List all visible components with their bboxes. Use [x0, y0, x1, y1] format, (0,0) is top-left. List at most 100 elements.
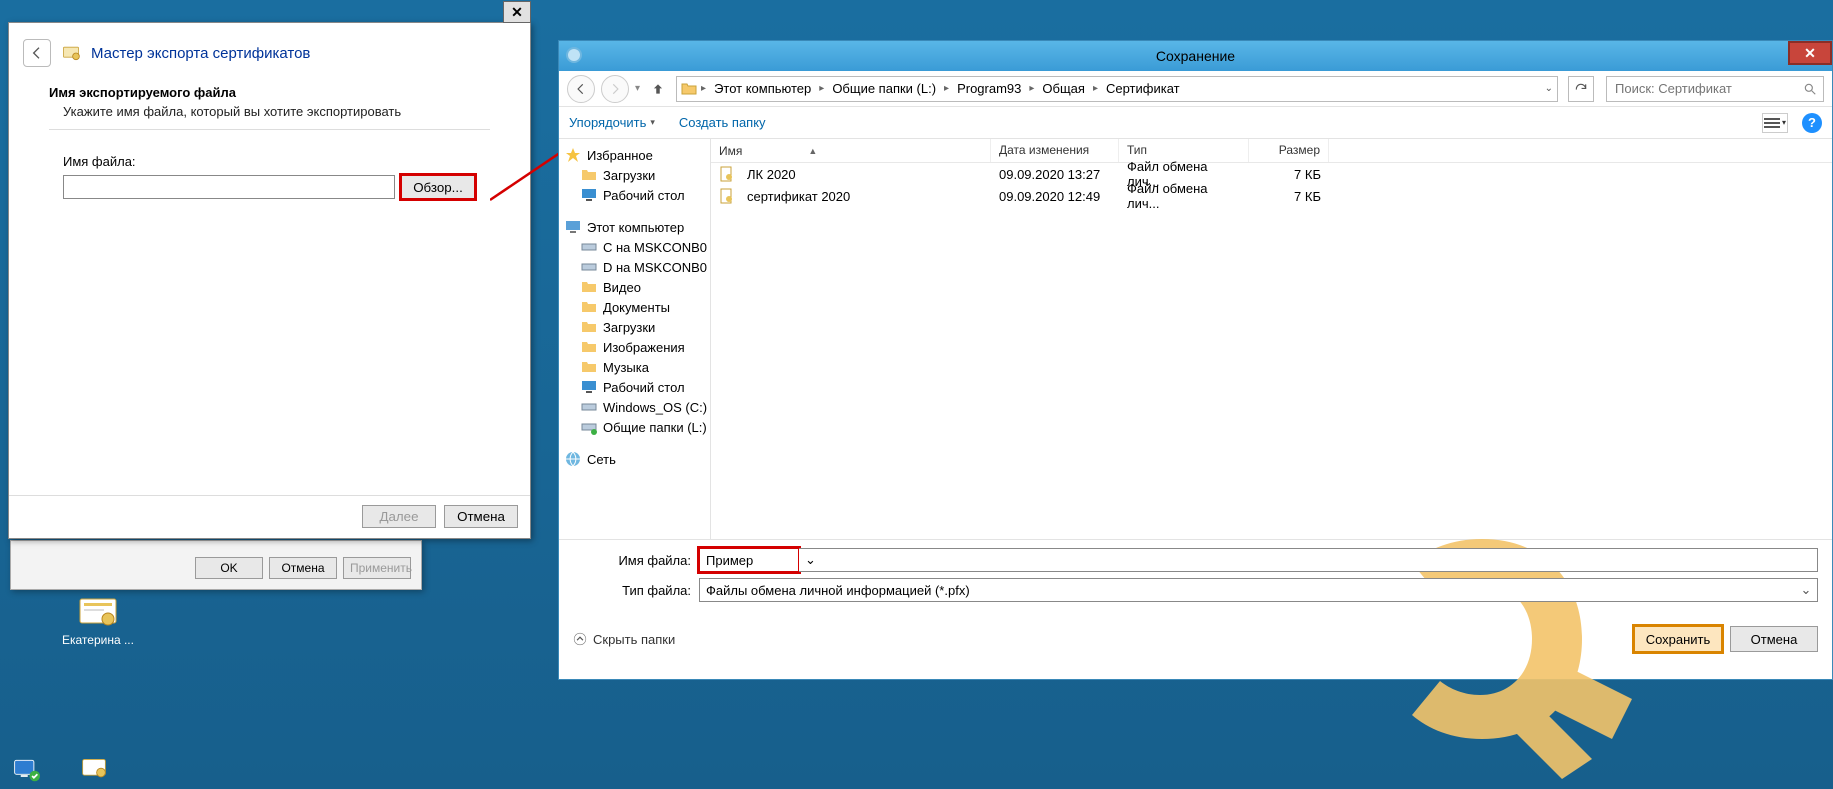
- folder-icon: [581, 359, 597, 375]
- dialog-title: Сохранение: [1156, 48, 1235, 64]
- netdrive-icon: [581, 419, 597, 435]
- search-box[interactable]: [1606, 76, 1824, 102]
- folder-icon: [581, 299, 597, 315]
- file-row[interactable]: сертификат 2020 09.09.2020 12:49 Файл об…: [711, 185, 1832, 207]
- folder-icon: [581, 319, 597, 335]
- network-icon: [565, 451, 581, 467]
- hide-folders-toggle[interactable]: Скрыть папки: [573, 632, 675, 647]
- cert-file-icon: [719, 188, 735, 204]
- chevron-down-icon[interactable]: ⌄: [1545, 83, 1553, 94]
- column-headers[interactable]: Имя▲ Дата изменения Тип Размер: [711, 139, 1832, 163]
- file-row[interactable]: ЛК 2020 09.09.2020 13:27 Файл обмена лич…: [711, 163, 1832, 185]
- tree-item[interactable]: C на MSKCONB0...: [561, 237, 708, 257]
- cert-file-icon: [719, 166, 735, 182]
- tree-item[interactable]: Загрузки: [561, 165, 708, 185]
- properties-dialog-fragment: OK Отмена Применить: [10, 540, 422, 590]
- drive-icon: [581, 239, 597, 255]
- cancel-button[interactable]: Отмена: [444, 505, 518, 528]
- desktop-shortcut[interactable]: Екатерина ...: [58, 595, 138, 647]
- file-list[interactable]: Имя▲ Дата изменения Тип Размер ЛК 2020 0…: [711, 139, 1832, 539]
- filename-label: Имя файла:: [63, 154, 490, 169]
- nav-forward-button: [601, 75, 629, 103]
- tree-item[interactable]: D на MSKCONB0...: [561, 257, 708, 277]
- tree-item[interactable]: Видео: [561, 277, 708, 297]
- tree-network[interactable]: Сеть: [561, 449, 708, 469]
- new-folder-button[interactable]: Создать папку: [679, 115, 766, 130]
- filetype-label: Тип файла:: [573, 583, 699, 598]
- separator: [49, 129, 490, 130]
- tree-item[interactable]: Загрузки: [561, 317, 708, 337]
- crumb-3[interactable]: Общая: [1038, 79, 1089, 98]
- desktop-icon: [581, 379, 597, 395]
- ok-button[interactable]: OK: [195, 557, 263, 579]
- filename-label: Имя файла:: [573, 553, 699, 568]
- certificate-icon: [78, 595, 118, 629]
- breadcrumb[interactable]: ▸ Этот компьютер▸ Общие папки (L:)▸ Prog…: [676, 76, 1558, 102]
- save-button[interactable]: Сохранить: [1634, 626, 1722, 652]
- organize-menu[interactable]: Упорядочить▾: [569, 115, 655, 130]
- taskbar-certificate-icon[interactable]: [74, 753, 114, 785]
- filename-combo[interactable]: Пример: [699, 548, 799, 572]
- help-button[interactable]: ?: [1802, 113, 1822, 133]
- cancel-button[interactable]: Отмена: [269, 557, 337, 579]
- search-icon: [1803, 82, 1817, 96]
- tree-item[interactable]: Рабочий стол: [561, 377, 708, 397]
- nav-tree[interactable]: Избранное Загрузки Рабочий стол Этот ком…: [559, 139, 711, 539]
- nav-bar: ▾ ▸ Этот компьютер▸ Общие папки (L:)▸ Pr…: [559, 71, 1832, 107]
- filetype-combo[interactable]: Файлы обмена личной информацией (*.pfx) …: [699, 578, 1818, 602]
- tree-item[interactable]: Рабочий стол: [561, 185, 708, 205]
- col-name[interactable]: Имя▲: [711, 139, 991, 162]
- taskbar: [0, 749, 560, 789]
- wizard-title: Мастер экспорта сертификатов: [91, 45, 310, 62]
- toolbar: Упорядочить▾ Создать папку ▾ ?: [559, 107, 1832, 139]
- col-date[interactable]: Дата изменения: [991, 139, 1119, 162]
- recent-dropdown-icon[interactable]: ▾: [635, 83, 640, 94]
- cancel-button[interactable]: Отмена: [1730, 626, 1818, 652]
- tree-item[interactable]: Документы: [561, 297, 708, 317]
- taskbar-computer-icon[interactable]: [6, 753, 46, 785]
- filename-input[interactable]: [63, 175, 395, 199]
- crumb-1[interactable]: Общие папки (L:): [828, 79, 940, 98]
- tree-item[interactable]: Общие папки (L:): [561, 417, 708, 437]
- tree-thispc[interactable]: Этот компьютер: [561, 217, 708, 237]
- desktop-icon: [581, 187, 597, 203]
- close-button[interactable]: ✕: [1788, 41, 1832, 65]
- close-button[interactable]: ✕: [503, 1, 531, 23]
- crumb-0[interactable]: Этот компьютер: [710, 79, 815, 98]
- col-size[interactable]: Размер: [1249, 139, 1329, 162]
- tree-item[interactable]: Windows_OS (C:): [561, 397, 708, 417]
- crumb-4[interactable]: Сертификат: [1102, 79, 1184, 98]
- titlebar[interactable]: Сохранение ✕: [559, 41, 1832, 71]
- back-button[interactable]: [23, 39, 51, 67]
- app-icon: [565, 46, 583, 64]
- nav-up-button[interactable]: [646, 77, 670, 101]
- desktop-shortcut-label: Екатерина ...: [62, 633, 134, 647]
- chevron-down-icon[interactable]: ⌄: [1797, 581, 1815, 599]
- export-wizard-window: ✕ Мастер экспорта сертификатов Имя экспо…: [8, 22, 531, 539]
- search-input[interactable]: [1613, 80, 1803, 97]
- chevron-down-icon[interactable]: ⌄: [805, 552, 816, 568]
- tree-item[interactable]: Изображения: [561, 337, 708, 357]
- browse-button[interactable]: Обзор...: [401, 175, 475, 199]
- nav-back-button[interactable]: [567, 75, 595, 103]
- wizard-subheading: Укажите имя файла, который вы хотите экс…: [63, 104, 490, 119]
- tree-favorites[interactable]: Избранное: [561, 145, 708, 165]
- filename-value: Пример: [706, 553, 753, 568]
- apply-button: Применить: [343, 557, 411, 579]
- certificate-icon: [61, 43, 81, 63]
- view-button[interactable]: ▾: [1762, 113, 1788, 133]
- drive-icon: [581, 399, 597, 415]
- folder-icon: [581, 279, 597, 295]
- folder-icon: [581, 167, 597, 183]
- refresh-button[interactable]: [1568, 76, 1594, 102]
- tree-item[interactable]: Музыка: [561, 357, 708, 377]
- folder-icon: [681, 81, 697, 97]
- star-icon: [565, 147, 581, 163]
- save-dialog: Сохранение ✕ ▾ ▸ Этот компьютер▸ Общие п…: [558, 40, 1833, 680]
- chevron-up-icon: [573, 632, 587, 646]
- wizard-heading: Имя экспортируемого файла: [49, 85, 490, 100]
- drive-icon: [581, 259, 597, 275]
- crumb-2[interactable]: Program93: [953, 79, 1025, 98]
- folder-icon: [581, 339, 597, 355]
- computer-icon: [565, 219, 581, 235]
